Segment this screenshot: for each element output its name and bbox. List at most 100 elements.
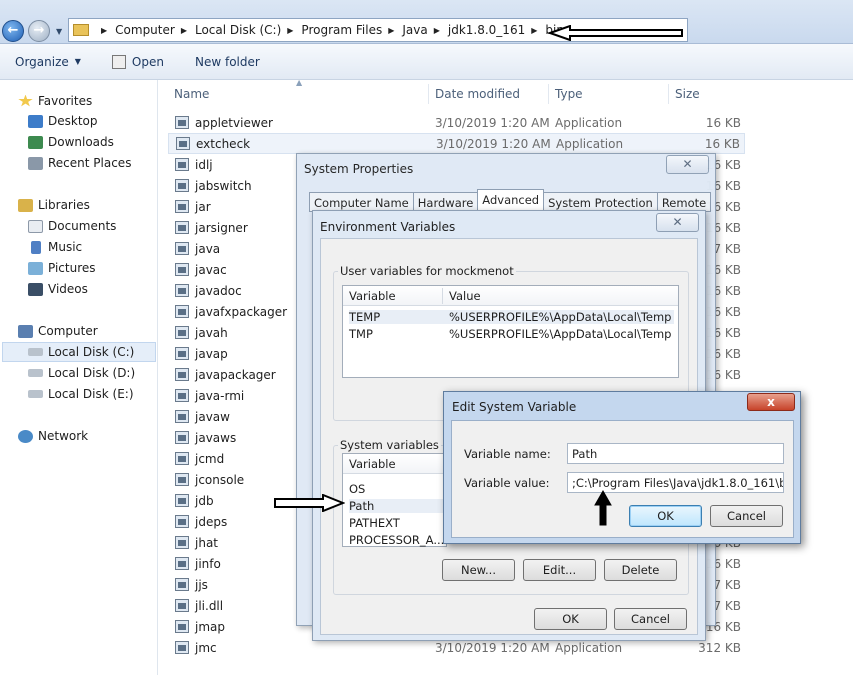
nav-downloads[interactable]: Downloads	[28, 132, 114, 152]
breadcrumb-local-disk[interactable]: Local Disk (C:)	[195, 23, 281, 37]
breadcrumb-item[interactable]: ▶ Program Files	[281, 23, 382, 37]
nav-network[interactable]: Network	[18, 426, 88, 446]
new-folder-button[interactable]: New folder	[195, 55, 260, 69]
edit-button[interactable]: Edit...	[523, 559, 596, 581]
list-item[interactable]: Path	[349, 499, 447, 513]
close-button[interactable]: ✕	[656, 213, 699, 232]
chevron-right-icon: ▶	[287, 25, 294, 35]
system-variables-list[interactable]: Variable OS Path PATHEXT PROCESSOR_A...	[342, 453, 447, 547]
column-value-header[interactable]: Value	[449, 289, 481, 303]
application-icon	[175, 599, 189, 612]
close-button[interactable]: x	[747, 393, 795, 411]
nav-computer[interactable]: Computer	[18, 321, 98, 341]
column-divider[interactable]	[442, 288, 443, 304]
column-type-header[interactable]: Type	[555, 87, 583, 101]
nav-label: Local Disk (D:)	[48, 366, 136, 380]
application-icon	[175, 641, 189, 654]
file-name: appletviewer	[195, 115, 273, 130]
file-size: 16 KB	[705, 115, 741, 130]
nav-documents[interactable]: Documents	[28, 216, 116, 236]
nav-label: Favorites	[38, 94, 93, 108]
tab-hardware[interactable]: Hardware	[412, 192, 479, 212]
column-variable-header[interactable]: Variable	[349, 457, 396, 471]
list-header: Variable	[343, 454, 446, 474]
column-size-header[interactable]: Size	[675, 87, 700, 101]
breadcrumb-item[interactable]: ▶ Computer	[95, 23, 175, 37]
breadcrumb-program-files[interactable]: Program Files	[301, 23, 382, 37]
list-item[interactable]: PROCESSOR_A...	[349, 533, 444, 547]
breadcrumb-java[interactable]: Java	[402, 23, 427, 37]
libraries-icon	[18, 198, 33, 212]
nav-music[interactable]: Music	[28, 237, 82, 257]
column-name-header[interactable]: Name	[174, 87, 209, 101]
nav-favorites[interactable]: Favorites	[18, 91, 92, 111]
annotation-arrow-left-icon	[548, 25, 683, 41]
nav-label: Recent Places	[48, 156, 132, 170]
file-row[interactable]: extcheck 3/10/2019 1:20 AM Application 16 K…	[168, 133, 745, 154]
nav-desktop[interactable]: Desktop	[28, 111, 98, 131]
tab-remote[interactable]: Remote	[656, 192, 712, 212]
nav-libraries[interactable]: Libraries	[18, 195, 90, 215]
sort-ascending-icon: ▲	[296, 78, 303, 87]
forward-arrow-icon: →	[33, 23, 45, 38]
edit-system-variable-dialog: Edit System Variable x Variable name: Pa…	[443, 391, 801, 544]
list-item[interactable]: OS	[349, 482, 365, 496]
nav-label: Videos	[48, 282, 88, 296]
application-icon	[175, 578, 189, 591]
nav-local-disk-e[interactable]: Local Disk (E:)	[28, 384, 134, 404]
application-icon	[175, 305, 189, 318]
tab-system-protection[interactable]: System Protection	[543, 192, 658, 212]
file-size: 7 KB	[713, 598, 741, 613]
cancel-button[interactable]: Cancel	[710, 505, 783, 527]
nav-local-disk-c[interactable]: Local Disk (C:)	[2, 342, 156, 362]
column-header-row: Name ▲ Date modified Type Size	[158, 78, 853, 106]
column-divider[interactable]	[428, 84, 429, 104]
organize-button[interactable]: Organize ▼	[15, 55, 81, 69]
desktop-icon	[28, 114, 43, 128]
nav-label: Pictures	[48, 261, 96, 275]
list-item[interactable]: TMP %USERPROFILE%\AppData\Local\Temp	[349, 327, 674, 341]
breadcrumb-item[interactable]: ▶ jdk1.8.0_161	[428, 23, 526, 37]
recent-pages-dropdown-icon[interactable]: ▼	[56, 27, 62, 36]
variable-name-label: Variable name:	[464, 447, 551, 461]
list-item[interactable]: TEMP %USERPROFILE%\AppData\Local\Temp	[349, 310, 674, 324]
user-variables-list[interactable]: Variable Value TEMP %USERPROFILE%\AppData…	[342, 285, 679, 378]
application-icon	[175, 536, 189, 549]
close-button[interactable]: ✕	[666, 155, 709, 174]
column-divider[interactable]	[668, 84, 669, 104]
list-item[interactable]: PATHEXT	[349, 516, 400, 530]
delete-button[interactable]: Delete	[604, 559, 677, 581]
column-date-header[interactable]: Date modified	[435, 87, 520, 101]
breadcrumb-item[interactable]: ▶ Java	[382, 23, 428, 37]
back-button[interactable]: ←	[2, 20, 24, 42]
tab-strip: Computer Name Hardware Advanced System P…	[309, 189, 712, 212]
nav-recent-places[interactable]: Recent Places	[28, 153, 131, 173]
forward-button[interactable]: →	[28, 20, 50, 42]
application-icon	[175, 494, 189, 507]
application-icon	[175, 242, 189, 255]
tab-computer-name[interactable]: Computer Name	[309, 192, 414, 212]
ok-button[interactable]: OK	[534, 608, 607, 630]
nav-local-disk-d[interactable]: Local Disk (D:)	[28, 363, 135, 383]
chevron-right-icon: ▶	[180, 25, 187, 35]
file-date: 3/10/2019 1:20 AM	[436, 136, 551, 151]
file-row[interactable]: appletviewer 3/10/2019 1:20 AM Application…	[168, 112, 745, 133]
tab-advanced[interactable]: Advanced	[477, 189, 545, 212]
breadcrumb-item[interactable]: ▶ Local Disk (C:)	[175, 23, 281, 37]
nav-pictures[interactable]: Pictures	[28, 258, 96, 278]
star-icon	[18, 94, 33, 107]
downloads-icon	[28, 135, 43, 149]
variable-name-field[interactable]: Path	[567, 443, 784, 464]
column-divider[interactable]	[548, 84, 549, 104]
new-button[interactable]: New...	[442, 559, 515, 581]
nav-videos[interactable]: Videos	[28, 279, 88, 299]
open-button[interactable]: Open	[111, 54, 164, 69]
application-icon	[175, 158, 189, 171]
breadcrumb-computer[interactable]: Computer	[115, 23, 175, 37]
column-variable-header[interactable]: Variable	[349, 289, 396, 303]
ok-button[interactable]: OK	[629, 505, 702, 527]
breadcrumb-jdk[interactable]: jdk1.8.0_161	[448, 23, 525, 37]
application-icon	[175, 179, 189, 192]
close-icon: x	[767, 395, 775, 409]
cancel-button[interactable]: Cancel	[614, 608, 687, 630]
